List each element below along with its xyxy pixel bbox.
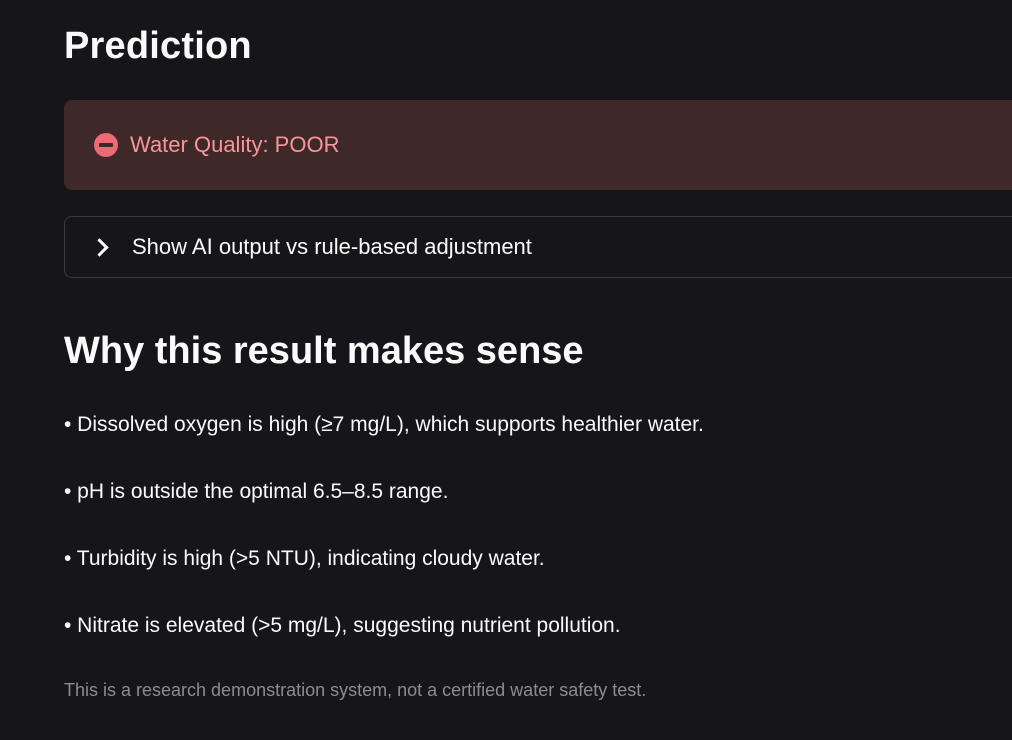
no-entry-icon: [94, 133, 118, 157]
reason-item: • Turbidity is high (>5 NTU), indicating…: [64, 547, 545, 570]
reason-item: • Nitrate is elevated (>5 mg/L), suggest…: [64, 614, 621, 637]
chevron-right-icon: [90, 237, 109, 257]
ai-output-expander[interactable]: Show AI output vs rule-based adjustment: [64, 216, 1012, 278]
disclaimer-caption: This is a research demonstration system,…: [64, 680, 647, 700]
explanation-heading: Why this result makes sense: [64, 330, 584, 372]
page: Prediction Water Quality: POOR Show AI o…: [0, 0, 1012, 740]
prediction-heading: Prediction: [64, 25, 252, 67]
error-alert: Water Quality: POOR: [64, 100, 1012, 190]
reason-item: • pH is outside the optimal 6.5–8.5 rang…: [64, 480, 449, 503]
expander-label: Show AI output vs rule-based adjustment: [132, 234, 532, 259]
reason-item: • Dissolved oxygen is high (≥7 mg/L), wh…: [64, 413, 704, 436]
alert-text: Water Quality: POOR: [130, 132, 340, 157]
